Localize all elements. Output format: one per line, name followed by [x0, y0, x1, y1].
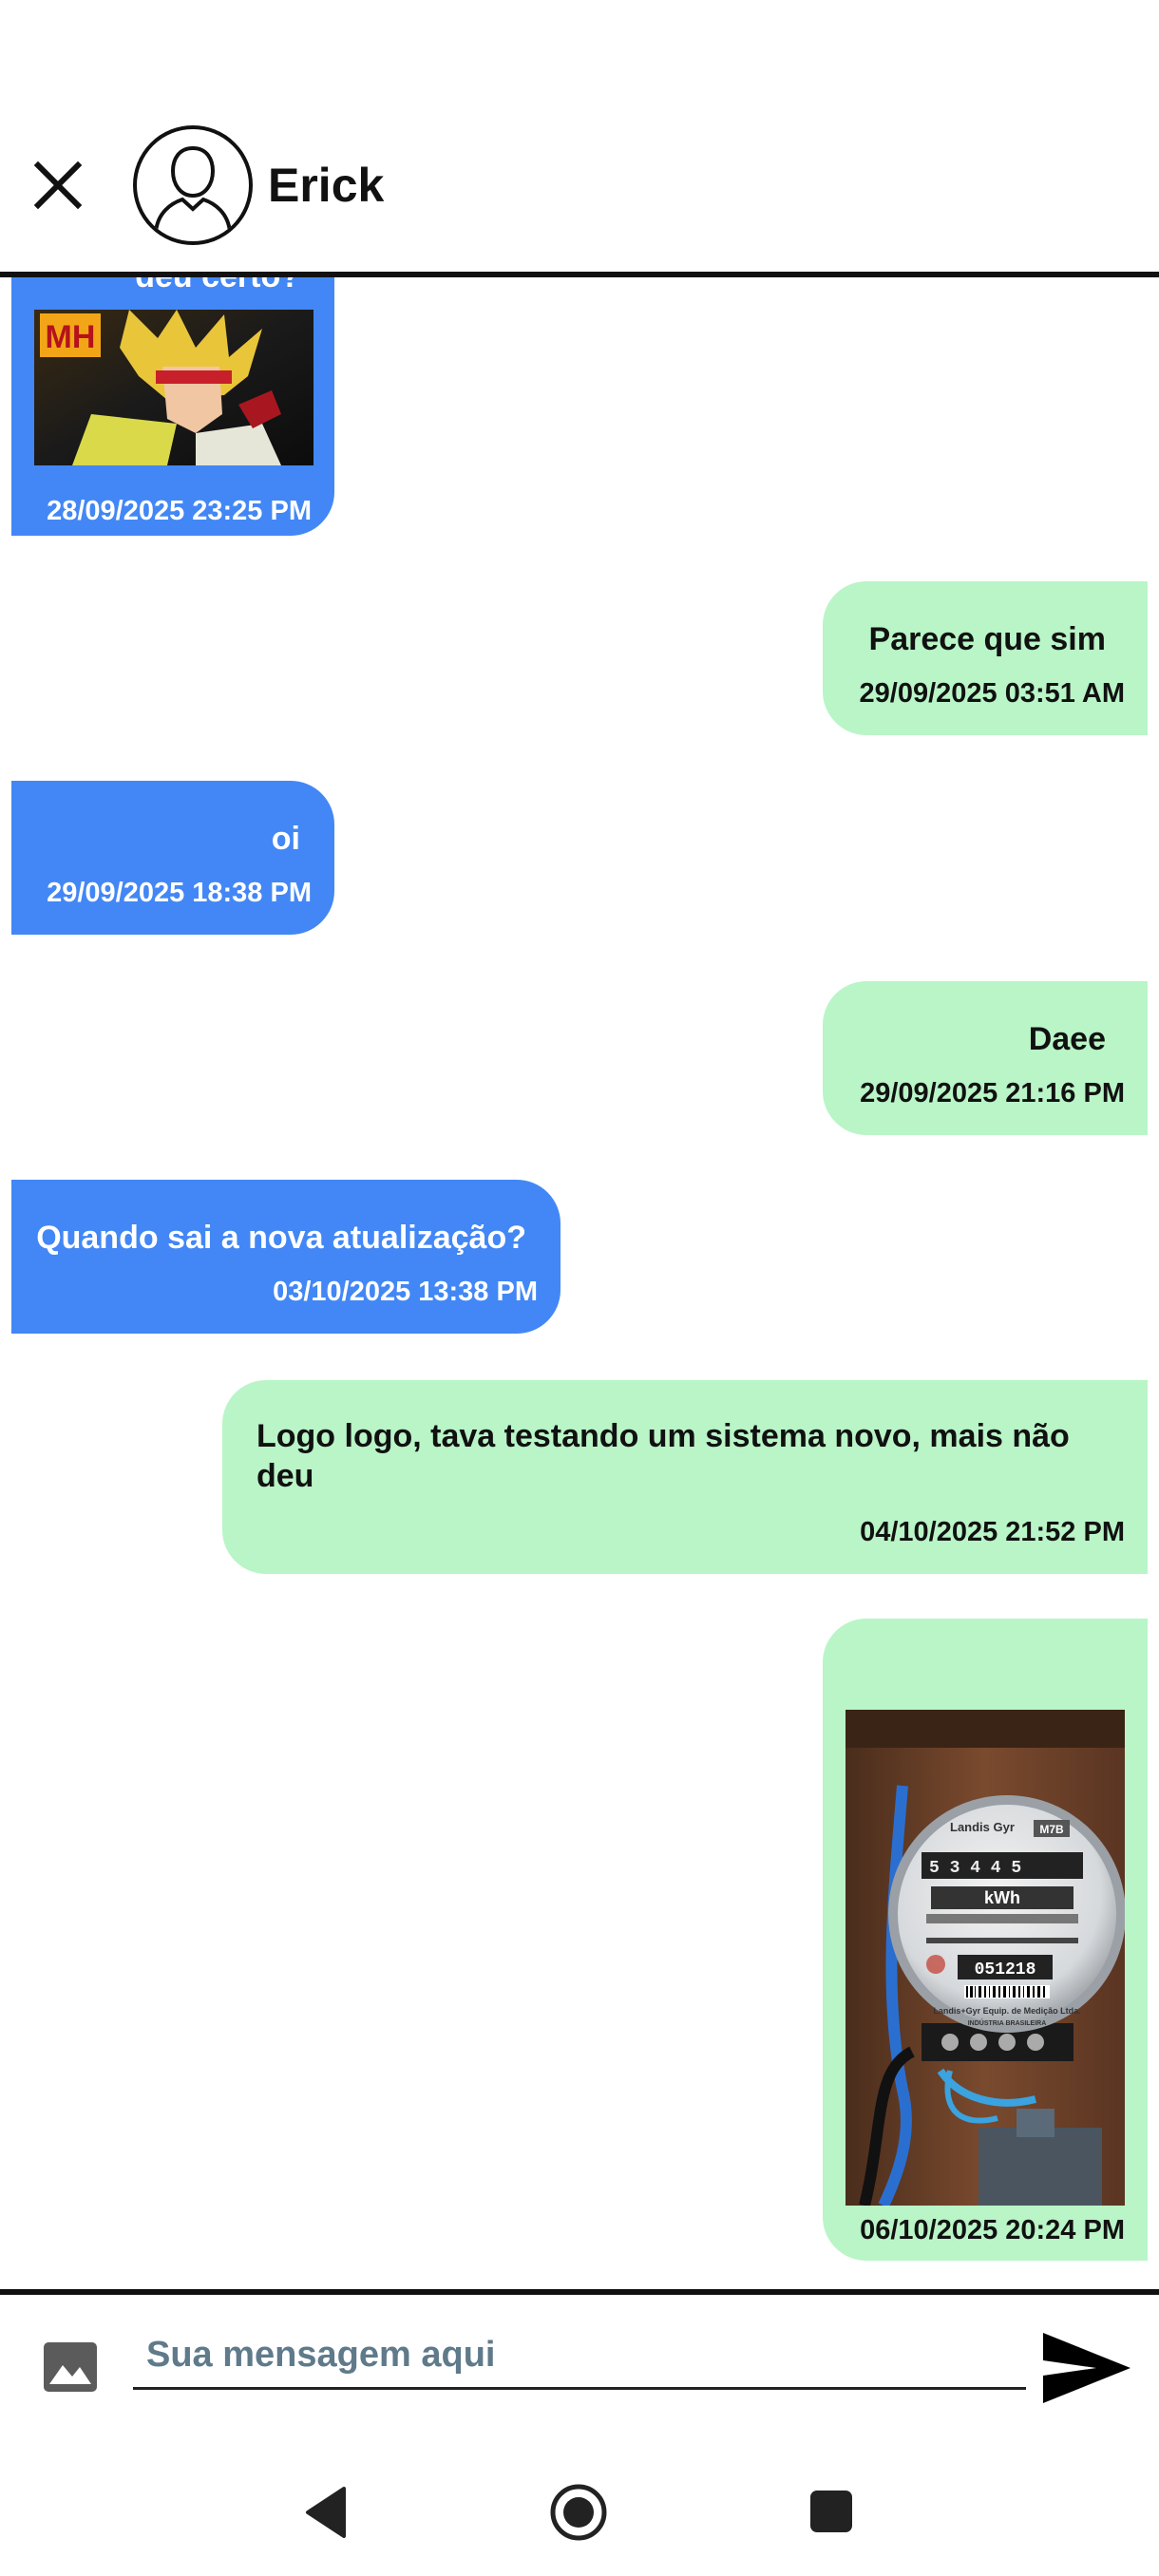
- message-image[interactable]: Landis Gyr M7B 5 3 4 4 5 kWh 051218 Land…: [846, 1710, 1125, 2206]
- attach-image-button[interactable]: [42, 2339, 99, 2396]
- meter-model: M7B: [1039, 1823, 1064, 1836]
- message-text: deu certo?: [135, 277, 300, 295]
- message-text: Daee: [1028, 1021, 1106, 1057]
- message-sent[interactable]: Daee 29/09/2025 21:16 PM: [823, 981, 1148, 1135]
- nav-back-button[interactable]: [302, 2485, 350, 2540]
- image-logo-text: MH: [46, 319, 96, 355]
- message-image[interactable]: MH: [34, 310, 314, 465]
- nav-recents-button[interactable]: [810, 2491, 852, 2532]
- meter-brand: Landis Gyr: [950, 1820, 1015, 1834]
- meter-unit: kWh: [984, 1888, 1020, 1907]
- close-button[interactable]: [28, 156, 87, 215]
- message-text: Parece que sim: [868, 621, 1106, 657]
- message-timestamp: 06/10/2025 20:24 PM: [860, 2215, 1125, 2245]
- message-input[interactable]: [133, 2323, 1026, 2390]
- close-icon: [33, 161, 83, 210]
- message-timestamp: 04/10/2025 21:52 PM: [860, 1517, 1125, 1547]
- contact-name[interactable]: Erick: [268, 158, 384, 213]
- system-navigation-bar: [0, 2447, 1159, 2576]
- message-timestamp: 29/09/2025 03:51 AM: [859, 678, 1125, 709]
- message-timestamp: 29/09/2025 21:16 PM: [860, 1078, 1125, 1108]
- meter-footer-2: INDÚSTRIA BRASILEIRA: [968, 2018, 1047, 2027]
- message-text: Quando sai a nova atualização?: [36, 1220, 526, 1256]
- send-icon: [1043, 2333, 1130, 2403]
- message-received[interactable]: oi 29/09/2025 18:38 PM: [11, 781, 334, 935]
- message-text: Logo logo, tava testando um sistema novo…: [256, 1418, 1070, 1494]
- message-text: oi: [271, 821, 300, 857]
- image-icon: [44, 2342, 97, 2392]
- send-button[interactable]: [1039, 2329, 1134, 2407]
- meter-reading: 5 3 4 4 5: [929, 1859, 1021, 1878]
- meter-serial: 051218: [975, 1960, 1036, 1979]
- message-timestamp: 03/10/2025 13:38 PM: [273, 1277, 538, 1307]
- message-sent[interactable]: Parece que sim 29/09/2025 03:51 AM: [823, 581, 1148, 735]
- message-list[interactable]: deu certo? MH: [0, 277, 1159, 2289]
- message-composer: [0, 2295, 1159, 2447]
- chat-header: Erick: [0, 0, 1159, 274]
- home-circle-icon: [550, 2484, 607, 2541]
- message-received[interactable]: Quando sai a nova atualização? 03/10/202…: [11, 1180, 560, 1334]
- person-icon: [154, 145, 232, 233]
- meter-footer: Landis+Gyr Equip. de Medição Ltda.: [933, 2006, 1080, 2016]
- message-received[interactable]: deu certo? MH: [11, 277, 334, 536]
- nav-home-button[interactable]: [549, 2483, 608, 2542]
- message-sent[interactable]: Landis Gyr M7B 5 3 4 4 5 kWh 051218 Land…: [823, 1619, 1148, 2261]
- message-sent[interactable]: Logo logo, tava testando um sistema novo…: [222, 1380, 1148, 1574]
- message-timestamp: 28/09/2025 23:25 PM: [47, 496, 312, 526]
- avatar[interactable]: [133, 125, 253, 245]
- message-timestamp: 29/09/2025 18:38 PM: [47, 878, 312, 908]
- back-triangle-icon: [306, 2487, 346, 2538]
